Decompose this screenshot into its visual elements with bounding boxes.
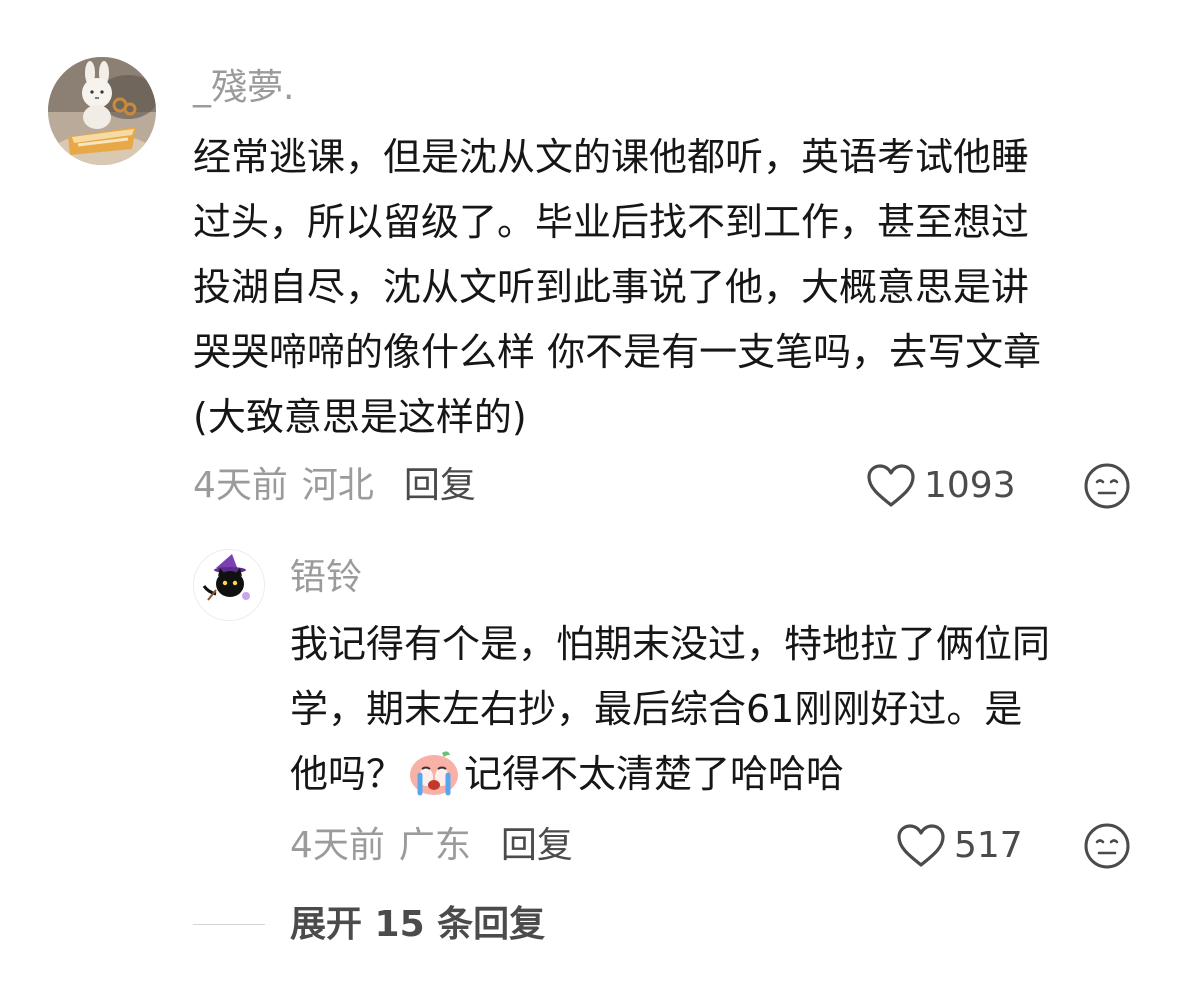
avatar-image bbox=[48, 57, 156, 165]
ip-region: 广东 bbox=[398, 825, 471, 866]
expand-replies-button[interactable]: 展开 15 条回复 bbox=[290, 901, 545, 949]
username[interactable]: _殘夢. bbox=[193, 60, 294, 116]
like-button[interactable]: 517 bbox=[896, 822, 1023, 870]
avatar[interactable] bbox=[193, 549, 265, 621]
reply-meta: 4天前 广东 回复 bbox=[290, 822, 573, 870]
comment-text-line: (大致意思是这样的) bbox=[193, 395, 527, 439]
username[interactable]: 铻铃 bbox=[290, 550, 362, 606]
unhappy-face-icon[interactable] bbox=[1083, 822, 1131, 870]
ip-region: 河北 bbox=[301, 465, 374, 506]
reply-text: 我记得有个是，怕期末没过，特地拉了俩位同 学，期末左右抄，最后综合61刚刚好过。… bbox=[290, 612, 1140, 807]
reply-text-line: 学，期末左右抄，最后综合61刚刚好过。是 bbox=[290, 687, 1023, 731]
comment-text: 经常逃课，但是沈从文的课他都听，英语考试他睡 过头，所以留级了。毕业后找不到工作… bbox=[193, 125, 1133, 450]
reply-text-line: 我记得有个是，怕期末没过，特地拉了俩位同 bbox=[290, 622, 1051, 666]
timestamp: 4天前 bbox=[290, 825, 385, 866]
like-count: 1093 bbox=[924, 465, 1016, 506]
comment-text-line: 投湖自尽，沈从文听到此事说了他，大概意思是讲 bbox=[193, 265, 1030, 309]
reply-button[interactable]: 回复 bbox=[501, 822, 573, 870]
reply-text-line: 他吗？ 记得不太清楚了哈哈哈 bbox=[290, 742, 1140, 807]
avatar-image bbox=[194, 550, 264, 620]
divider bbox=[193, 924, 265, 925]
comment-text-line: 哭哭啼啼的像什么样 你不是有一支笔吗，去写文章 bbox=[193, 330, 1042, 374]
reply-text-segment: 他吗？ bbox=[290, 752, 405, 796]
comment-text-line: 经常逃课，但是沈从文的课他都听，英语考试他睡 bbox=[193, 135, 1030, 179]
heart-outline-icon bbox=[897, 824, 945, 867]
unhappy-face-icon[interactable] bbox=[1083, 462, 1131, 510]
timestamp: 4天前 bbox=[193, 465, 288, 506]
heart-outline-icon bbox=[867, 464, 915, 507]
like-count: 517 bbox=[954, 825, 1023, 866]
comment-text-line: 过头，所以留级了。毕业后找不到工作，甚至想过 bbox=[193, 200, 1030, 244]
comment-meta: 4天前 河北 回复 bbox=[193, 462, 476, 510]
crying-face-emoji bbox=[410, 751, 459, 796]
reply-text-segment: 记得不太清楚了哈哈哈 bbox=[464, 752, 845, 796]
avatar[interactable] bbox=[48, 57, 156, 165]
like-button[interactable]: 1093 bbox=[866, 462, 1016, 510]
reply-button[interactable]: 回复 bbox=[404, 462, 476, 510]
